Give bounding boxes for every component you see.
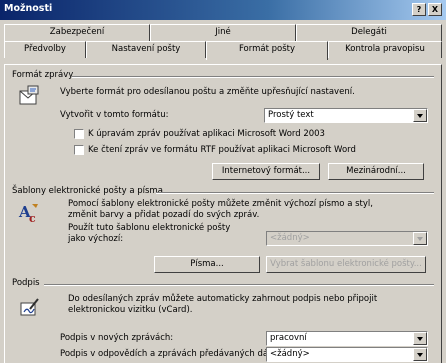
reply-signature-value: <žádný> — [270, 349, 310, 359]
format-heading: Formát zprávy — [12, 70, 74, 80]
use-stationery-label-1: Použít tuto šablonu elektronické pošty — [68, 223, 231, 233]
new-signature-select[interactable]: pracovní — [266, 331, 428, 346]
format-separator — [72, 76, 434, 78]
chevron-down-icon[interactable] — [413, 332, 427, 345]
message-format-icon — [19, 85, 39, 105]
stationery-description-2: změnit barvy a přidat pozadí do svých zp… — [68, 210, 260, 220]
internet-format-button[interactable]: Internetový formát... — [212, 163, 320, 180]
signature-separator — [44, 284, 434, 286]
stationery-separator — [156, 192, 434, 194]
compose-format-select[interactable]: Prostý text — [264, 108, 428, 123]
tab-label: Jiné — [215, 27, 231, 37]
tab-security[interactable]: Zabezpečení — [4, 24, 150, 41]
tab-label: Předvolby — [24, 44, 66, 54]
tab-row-top: Zabezpečení Jiné Delegáti — [4, 24, 442, 41]
international-options-button[interactable]: Mezinárodní... — [328, 163, 424, 180]
tab-preferences[interactable]: Předvolby — [4, 41, 86, 58]
tab-spelling[interactable]: Kontrola pravopisu — [328, 41, 442, 58]
compose-format-value: Prostý text — [268, 110, 314, 120]
stationery-select[interactable]: <žádný> — [266, 231, 428, 246]
chevron-down-icon[interactable] — [413, 109, 427, 122]
tab-label: Zabezpečení — [49, 27, 105, 37]
reply-signature-select[interactable]: <žádný> — [266, 347, 428, 362]
tab-label: Kontrola pravopisu — [345, 44, 425, 54]
stationery-description-1: Pomocí šablony elektronické pošty můžete… — [68, 199, 373, 209]
window-title: Možnosti — [4, 3, 53, 14]
reply-signature-label: Podpis v odpovědích a zprávách předávaný… — [60, 349, 274, 359]
tab-label: Nastavení pošty — [111, 44, 181, 54]
tab-label: Delegáti — [351, 27, 387, 37]
svg-text:c: c — [29, 212, 36, 224]
use-word-read-label: Ke čtení zpráv ve formátu RTF používat a… — [88, 145, 356, 155]
chevron-down-icon[interactable] — [413, 232, 427, 245]
tab-mail-format[interactable]: Formát pošty — [206, 41, 328, 60]
use-word-edit-checkbox[interactable] — [74, 129, 84, 139]
tab-other[interactable]: Jiné — [150, 24, 296, 41]
title-bar: Možnosti ? X — [0, 0, 446, 20]
chevron-down-icon[interactable] — [413, 348, 427, 361]
signature-description-2: elektronickou vizitku (vCard). — [68, 305, 193, 315]
compose-format-label: Vytvořit v tomto formátu: — [60, 110, 169, 120]
tab-delegates[interactable]: Delegáti — [296, 24, 442, 41]
format-description: Vyberte formát pro odesílanou poštu a zm… — [60, 87, 355, 97]
signature-description-1: Do odesílaných zpráv můžete automaticky … — [68, 294, 378, 304]
new-signature-label: Podpis v nových zprávách: — [60, 333, 174, 343]
stationery-fonts-icon: A c — [18, 203, 38, 224]
use-stationery-label-2: jako výchozí: — [68, 234, 124, 244]
new-signature-value: pracovní — [270, 333, 307, 343]
stationery-picker-button[interactable]: Vybrat šablonu elektronické pošty... — [266, 256, 426, 273]
tab-row-bottom: Předvolby Nastavení pošty Formát pošty K… — [4, 41, 442, 60]
stationery-heading: Šablony elektronické pošty a písma — [12, 186, 163, 196]
signature-pen-icon — [20, 298, 39, 316]
fonts-button[interactable]: Písma... — [154, 256, 260, 273]
use-word-edit-label: K úpravám zpráv používat aplikaci Micros… — [88, 129, 325, 139]
tab-label: Formát pošty — [238, 44, 296, 54]
stationery-value: <žádný> — [270, 233, 310, 243]
close-button[interactable]: X — [428, 3, 442, 16]
tab-mail-setup[interactable]: Nastavení pošty — [86, 41, 206, 58]
help-button[interactable]: ? — [412, 3, 426, 16]
signature-heading: Podpis — [12, 278, 40, 288]
use-word-read-checkbox[interactable] — [74, 145, 84, 155]
